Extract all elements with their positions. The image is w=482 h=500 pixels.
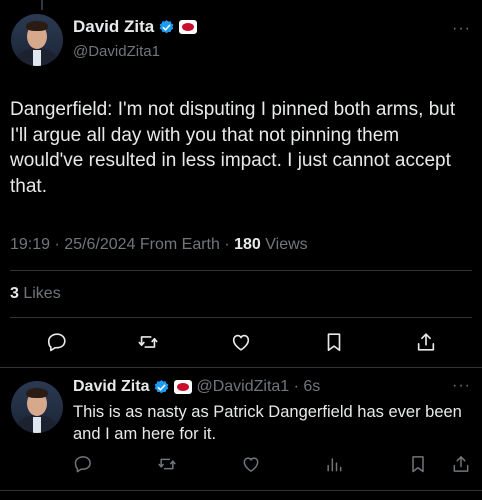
- avatar[interactable]: [11, 381, 63, 433]
- more-options-icon[interactable]: ···: [452, 377, 471, 395]
- timestamp[interactable]: 19:19 · 25/6/2024 From Earth ·: [10, 236, 234, 253]
- views-label: Views: [260, 236, 308, 253]
- verified-badge-icon: [153, 379, 170, 396]
- divider: [0, 490, 482, 491]
- author-name[interactable]: David Zita: [73, 17, 154, 37]
- like-icon[interactable]: [241, 454, 261, 474]
- reply-text: This is as nasty as Patrick Dangerfield …: [73, 403, 462, 443]
- likes-stat[interactable]: 3 Likes: [10, 285, 61, 303]
- reply-author-name[interactable]: David Zita: [73, 378, 149, 396]
- share-icon[interactable]: [415, 331, 437, 353]
- affiliate-badge-icon: [174, 380, 193, 394]
- likes-label: Likes: [18, 285, 61, 302]
- share-icon[interactable]: [451, 454, 471, 474]
- retweet-icon[interactable]: [137, 331, 159, 353]
- bookmark-icon[interactable]: [323, 331, 345, 353]
- retweet-icon[interactable]: [157, 454, 177, 474]
- author-handle[interactable]: @DavidZita1: [73, 43, 160, 60]
- views-icon[interactable]: [324, 454, 344, 474]
- like-icon[interactable]: [230, 331, 252, 353]
- reply-handle-time[interactable]: @DavidZita1 · 6s: [196, 378, 320, 396]
- divider: [0, 367, 482, 368]
- avatar[interactable]: [11, 14, 63, 66]
- views-count: 180: [234, 236, 261, 253]
- thread-line: [41, 0, 43, 10]
- verified-badge-icon: [158, 19, 175, 36]
- author-row: David Zita: [73, 16, 198, 38]
- likes-count: 3: [10, 285, 19, 302]
- bookmark-icon[interactable]: [408, 454, 428, 474]
- more-options-icon[interactable]: ···: [452, 20, 471, 38]
- reply-icon[interactable]: [73, 454, 93, 474]
- reply-author-row: David Zita @DavidZita1 · 6s: [73, 377, 320, 397]
- divider: [10, 317, 472, 318]
- divider: [10, 270, 472, 271]
- affiliate-badge-icon: [179, 20, 198, 34]
- tweet-meta: 19:19 · 25/6/2024 From Earth · 180 Views: [10, 236, 308, 254]
- tweet-text: Dangerfield: I'm not disputing I pinned …: [10, 99, 456, 197]
- reply-icon[interactable]: [46, 331, 68, 353]
